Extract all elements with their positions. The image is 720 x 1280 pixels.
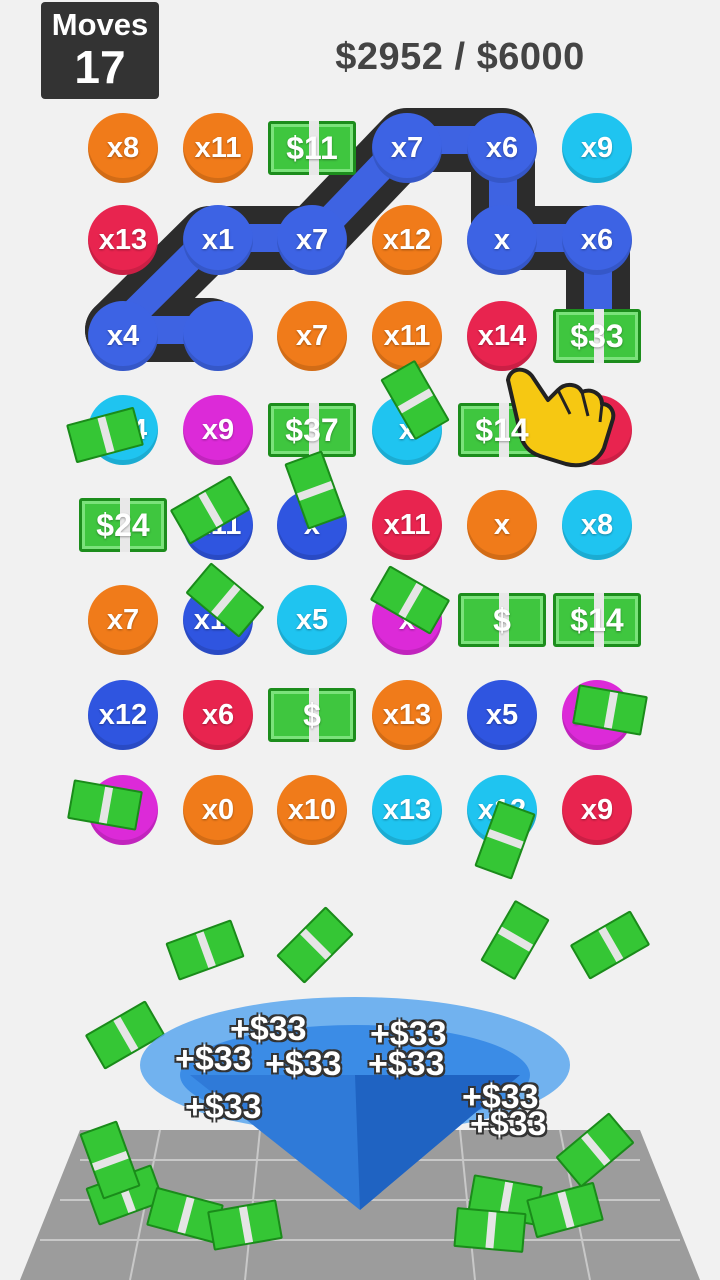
multiplier-tile[interactable]: x6 xyxy=(562,205,632,275)
multiplier-tile[interactable]: x11 xyxy=(372,490,442,560)
multiplier-tile[interactable]: x1 xyxy=(183,205,253,275)
cash-tile[interactable]: $33 xyxy=(553,309,641,363)
multiplier-tile[interactable]: x7 xyxy=(88,585,158,655)
cash-popup: +$33 xyxy=(470,1105,547,1143)
multiplier-tile[interactable]: x11 xyxy=(372,301,442,371)
multiplier-tile[interactable]: x8 xyxy=(562,490,632,560)
cash-tile[interactable]: $37 xyxy=(268,403,356,457)
cash-bill xyxy=(569,910,651,980)
multiplier-tile[interactable]: x4 xyxy=(88,301,158,371)
cash-bill xyxy=(453,1207,527,1253)
multiplier-tile[interactable]: x9 xyxy=(562,113,632,183)
cash-tile[interactable]: $24 xyxy=(79,498,167,552)
cash-bill xyxy=(165,919,245,981)
multiplier-tile[interactable]: x11 xyxy=(183,113,253,183)
cash-popup: +$33 xyxy=(368,1045,445,1083)
cash-popup: +$33 xyxy=(265,1045,342,1083)
cash-tile[interactable]: $14 xyxy=(553,593,641,647)
cash-bill xyxy=(480,899,550,981)
multiplier-tile[interactable]: x13 xyxy=(372,680,442,750)
multiplier-tile[interactable]: x xyxy=(467,490,537,560)
cash-bill xyxy=(276,906,354,984)
multiplier-tile[interactable]: x5 xyxy=(467,680,537,750)
multiplier-tile[interactable] xyxy=(183,301,253,371)
multiplier-tile[interactable]: x12 xyxy=(372,205,442,275)
multiplier-tile[interactable]: x12 xyxy=(88,680,158,750)
multiplier-tile[interactable]: x9 xyxy=(183,395,253,465)
multiplier-tile[interactable]: x xyxy=(467,205,537,275)
multiplier-tile[interactable]: x6 xyxy=(183,680,253,750)
multiplier-tile[interactable]: x7 xyxy=(277,205,347,275)
multiplier-tile[interactable]: x7 xyxy=(372,113,442,183)
multiplier-tile[interactable]: x10 xyxy=(277,775,347,845)
multiplier-tile[interactable]: x13 xyxy=(88,205,158,275)
cash-popup: +$33 xyxy=(185,1088,262,1126)
multiplier-tile[interactable]: x13 xyxy=(372,775,442,845)
multiplier-tile[interactable]: x0 xyxy=(183,775,253,845)
multiplier-tile[interactable]: x6 xyxy=(467,113,537,183)
cash-tile[interactable]: $ xyxy=(458,593,546,647)
cash-tile[interactable]: $ xyxy=(268,688,356,742)
multiplier-tile[interactable]: x5 xyxy=(277,585,347,655)
cash-popup: +$33 xyxy=(175,1040,252,1078)
multiplier-tile[interactable]: x7 xyxy=(277,301,347,371)
multiplier-tile[interactable]: x9 xyxy=(562,775,632,845)
multiplier-tile[interactable]: x8 xyxy=(88,113,158,183)
cash-tile[interactable]: $11 xyxy=(268,121,356,175)
